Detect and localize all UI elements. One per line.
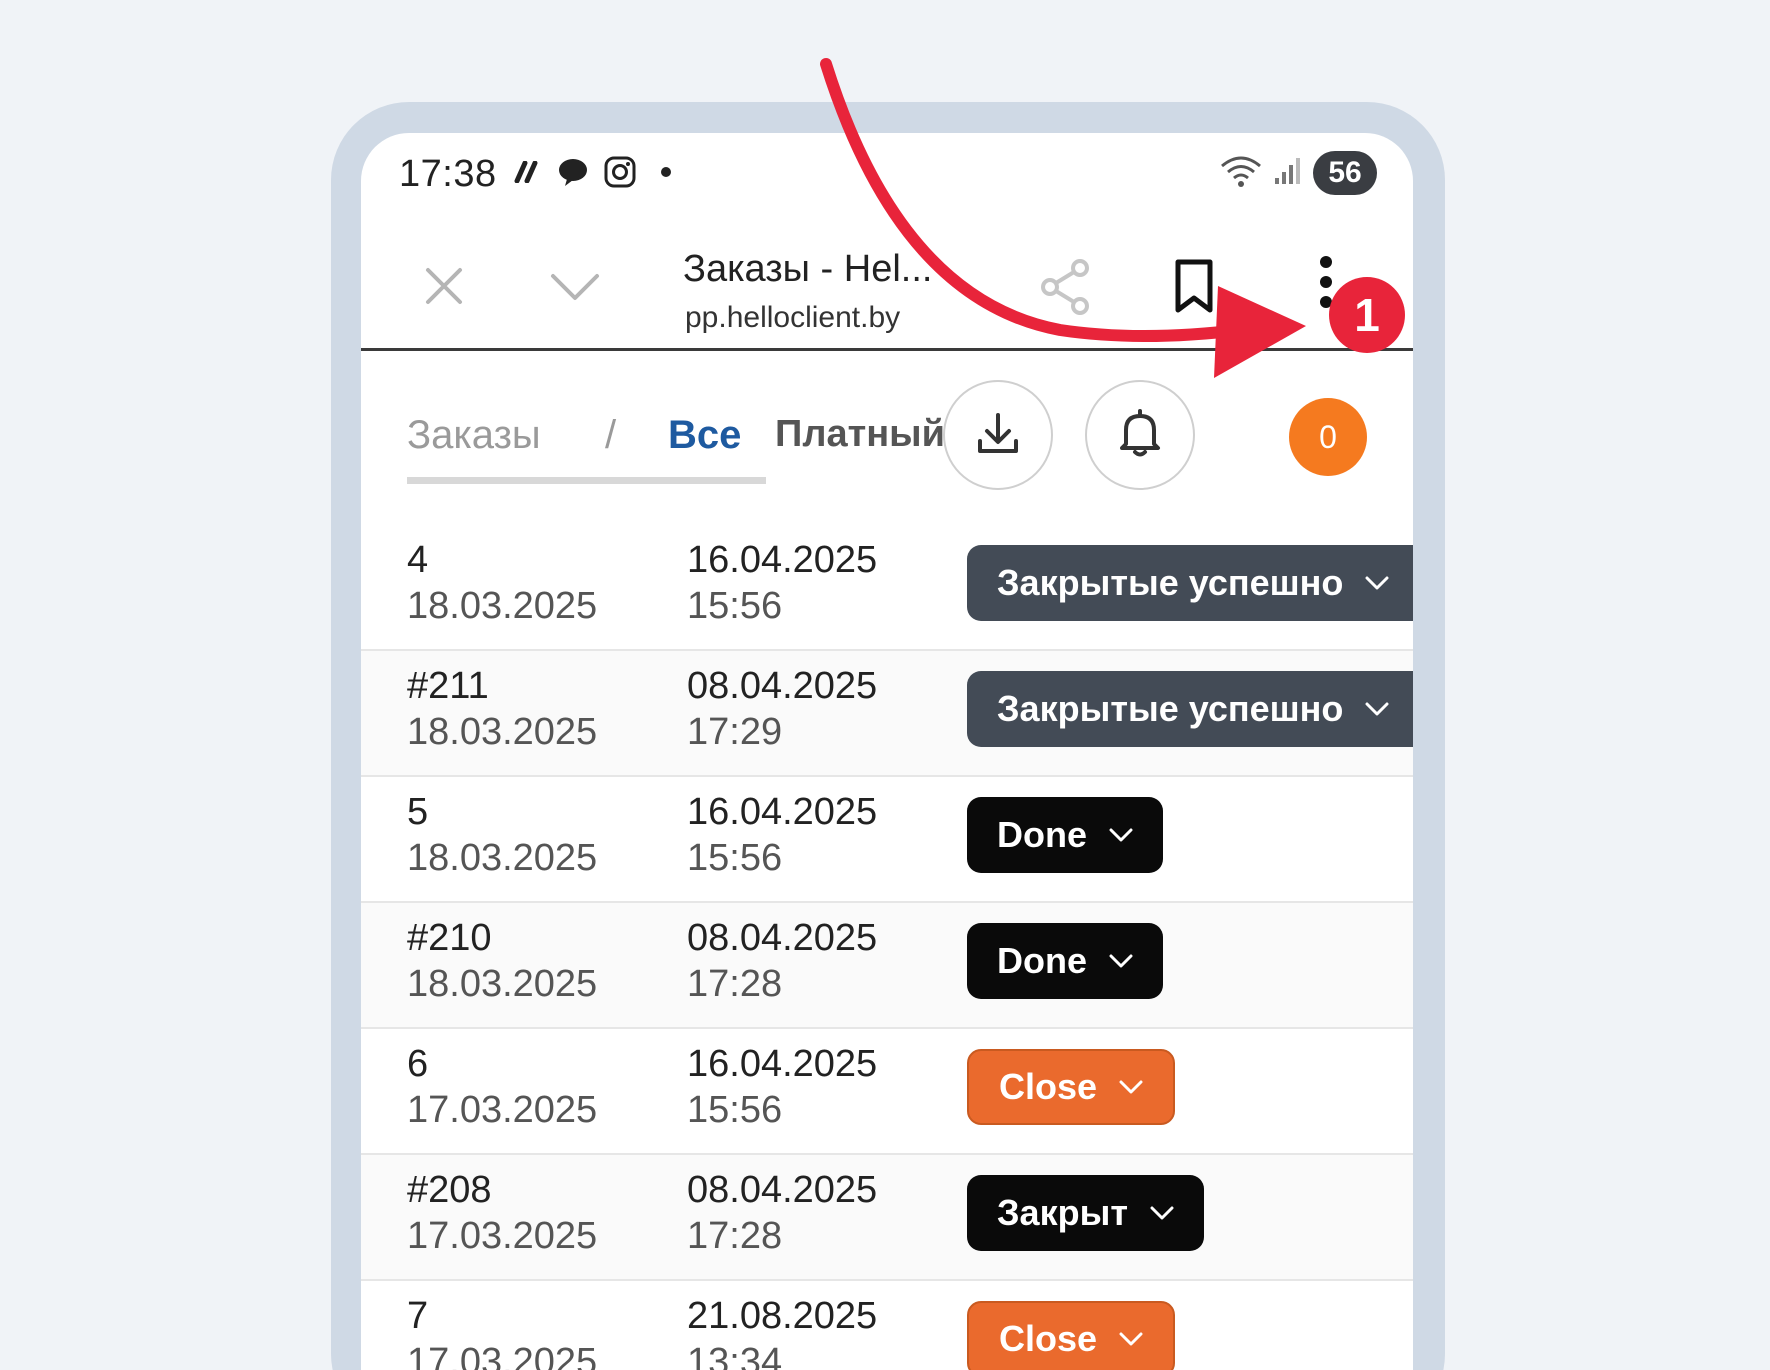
dot-icon	[651, 165, 681, 184]
order-date: 08.04.2025	[687, 665, 878, 707]
status-icons-left	[511, 155, 681, 194]
status-dropdown[interactable]: Done	[967, 923, 1163, 999]
download-button[interactable]	[943, 380, 1053, 490]
chevron-down-icon	[1119, 1075, 1143, 1099]
order-number: 4	[407, 539, 429, 581]
status-label: Закрыт	[997, 1192, 1128, 1233]
close-icon[interactable]	[419, 261, 469, 311]
status-label: Close	[999, 1066, 1098, 1107]
status-bar: 17:38 56	[361, 133, 1413, 223]
bookmark-icon[interactable]	[1169, 257, 1219, 315]
order-time: 15:56	[687, 837, 783, 879]
order-date: 16.04.2025	[687, 791, 878, 833]
order-number: #210	[407, 917, 492, 959]
tab-orders[interactable]: Заказы	[407, 413, 541, 458]
status-dropdown[interactable]: Закрытые успешно	[967, 545, 1413, 621]
signal-slash-icon	[511, 160, 543, 188]
order-created-date: 18.03.2025	[407, 585, 598, 627]
status-dropdown[interactable]: Закрыт	[967, 1175, 1204, 1251]
order-created-date: 17.03.2025	[407, 1215, 598, 1257]
order-number: 6	[407, 1043, 429, 1085]
status-icons-right: 56	[1219, 151, 1377, 195]
status-label: Закрытые успешно	[997, 562, 1344, 603]
chevron-down-icon	[1365, 571, 1389, 595]
order-time: 17:29	[687, 711, 783, 753]
order-time: 13:34	[687, 1341, 783, 1370]
chat-bubble-icon	[557, 157, 589, 192]
order-created-date: 18.03.2025	[407, 711, 598, 753]
chevron-down-icon	[1109, 823, 1133, 847]
step-badge: 1	[1329, 277, 1405, 353]
download-icon	[974, 409, 1022, 462]
order-number: #211	[407, 665, 489, 707]
page-url[interactable]: pp.helloclient.by	[685, 301, 900, 335]
order-number: 7	[407, 1295, 429, 1337]
order-row[interactable]: #211 18.03.2025 08.04.2025 17:29 Закрытые ус…	[361, 651, 1413, 777]
order-time: 17:28	[687, 1215, 783, 1257]
order-number: #208	[407, 1169, 492, 1211]
status-label: Done	[997, 814, 1087, 855]
cell-signal-icon	[1273, 156, 1303, 191]
chevron-down-icon	[1109, 949, 1133, 973]
order-time: 15:56	[687, 585, 783, 627]
order-row[interactable]: 6 17.03.2025 16.04.2025 15:56 Close	[361, 1029, 1413, 1155]
order-date: 08.04.2025	[687, 1169, 878, 1211]
counter-badge[interactable]: 0	[1289, 398, 1367, 476]
order-row[interactable]: 7 17.03.2025 21.08.2025 13:34 Close	[361, 1281, 1413, 1370]
order-row[interactable]: #210 18.03.2025 08.04.2025 17:28 Done	[361, 903, 1413, 1029]
bell-icon	[1116, 408, 1164, 463]
order-date: 16.04.2025	[687, 1043, 878, 1085]
status-dropdown[interactable]: Close	[967, 1301, 1176, 1370]
order-created-date: 18.03.2025	[407, 837, 598, 879]
status-time: 17:38	[399, 153, 497, 195]
tab-paid[interactable]: Платный	[775, 413, 945, 456]
notifications-button[interactable]	[1085, 380, 1195, 490]
orders-list: 4 18.03.2025 16.04.2025 15:56 Закрытые успеш…	[361, 525, 1413, 1370]
breadcrumb-separator: /	[605, 413, 617, 457]
tabs-header: Заказы / Все Платный	[361, 373, 1413, 493]
order-created-date: 18.03.2025	[407, 963, 598, 1005]
chevron-down-icon	[1119, 1327, 1143, 1351]
status-label: Done	[997, 940, 1087, 981]
chevron-down-icon	[1150, 1201, 1174, 1225]
tab-underline	[407, 477, 766, 484]
order-time: 17:28	[687, 963, 783, 1005]
browser-toolbar: Заказы - Hel... pp.helloclient.by	[361, 223, 1413, 351]
tab-all[interactable]: Все	[668, 413, 741, 458]
chevron-down-icon	[1365, 697, 1389, 721]
status-dropdown[interactable]: Close	[967, 1049, 1176, 1125]
order-time: 15:56	[687, 1089, 783, 1131]
battery-indicator: 56	[1313, 151, 1377, 195]
order-date: 16.04.2025	[687, 539, 878, 581]
order-row[interactable]: 4 18.03.2025 16.04.2025 15:56 Закрытые успеш…	[361, 525, 1413, 651]
page-title: Заказы - Hel...	[683, 248, 933, 290]
order-date: 21.08.2025	[687, 1295, 878, 1337]
status-label: Close	[999, 1318, 1098, 1359]
status-label: Закрытые успешно	[997, 688, 1344, 729]
order-date: 08.04.2025	[687, 917, 878, 959]
phone-screen: 17:38 56 Заказы - Hel... pp.helloclient.…	[361, 133, 1413, 1370]
wifi-icon	[1219, 154, 1263, 193]
order-created-date: 17.03.2025	[407, 1089, 598, 1131]
status-dropdown[interactable]: Закрытые успешно	[967, 671, 1413, 747]
order-created-date: 17.03.2025	[407, 1341, 598, 1370]
chevron-down-icon[interactable]	[548, 261, 602, 311]
status-dropdown[interactable]: Done	[967, 797, 1163, 873]
order-row[interactable]: 5 18.03.2025 16.04.2025 15:56 Done	[361, 777, 1413, 903]
share-icon[interactable]	[1037, 257, 1093, 317]
order-number: 5	[407, 791, 429, 833]
instagram-icon	[603, 155, 637, 194]
order-row[interactable]: #208 17.03.2025 08.04.2025 17:28 Закрыт	[361, 1155, 1413, 1281]
